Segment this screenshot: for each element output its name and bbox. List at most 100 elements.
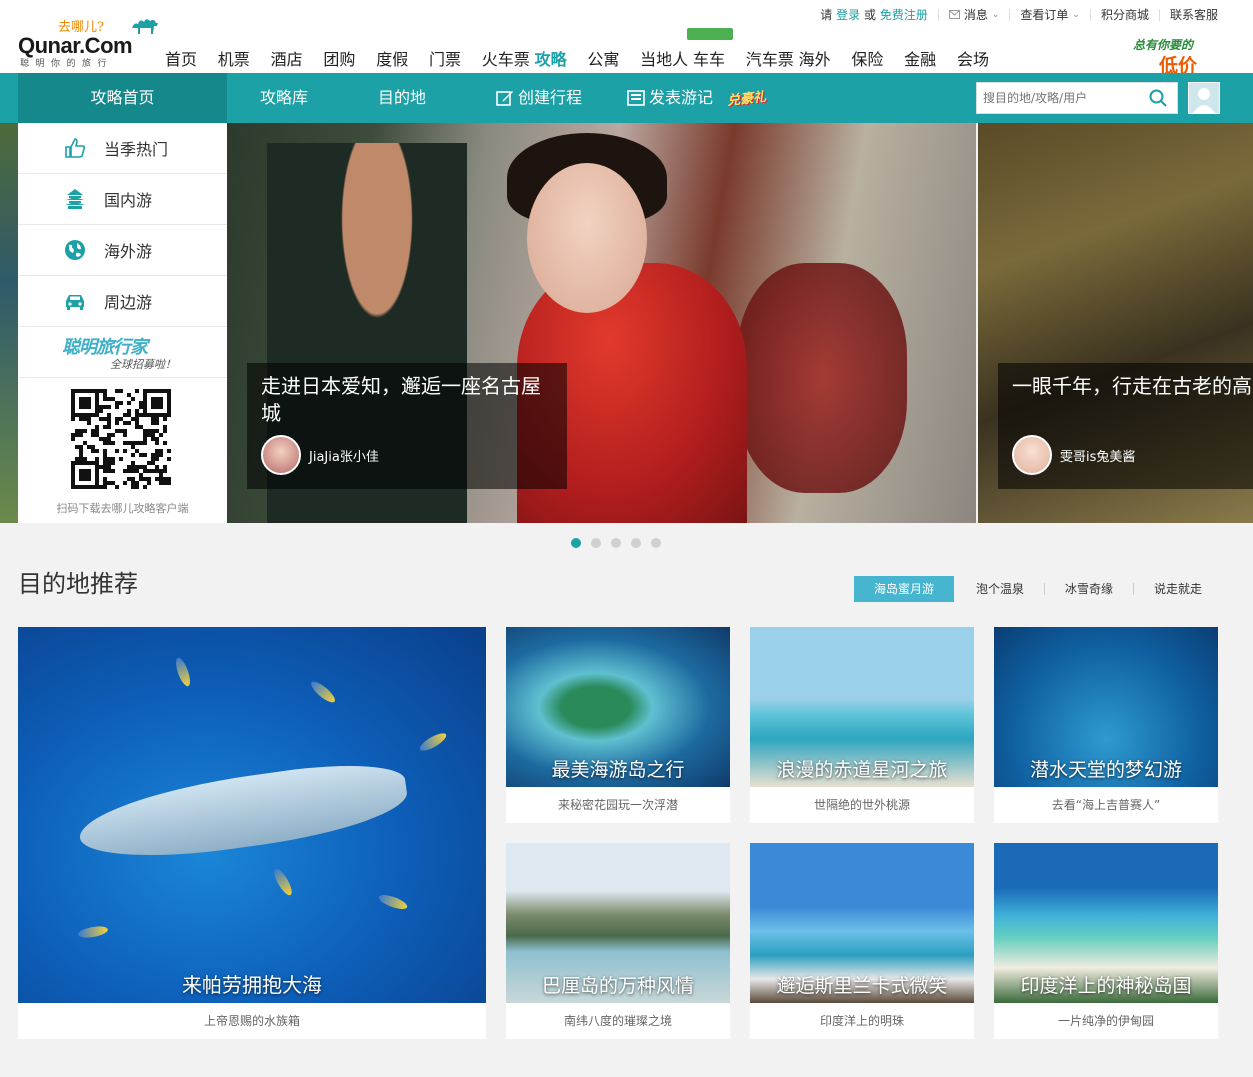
subnav-create-itinerary[interactable]: 创建行程 (496, 73, 582, 123)
menu-domestic[interactable]: 国内游 (18, 174, 227, 225)
section-tabs: 海岛蜜月游 泡个温泉 冰雪奇缘 说走就走 (854, 576, 1222, 602)
card-subtitle: 上帝恩赐的水族箱 (18, 1003, 486, 1039)
nav-cars[interactable]: 车车 (686, 28, 746, 70)
nav-venue[interactable]: 会场 (957, 46, 1010, 70)
car-icon (66, 295, 84, 310)
card-subtitle: 来秘密花园玩一次浮潜 (506, 787, 730, 823)
post-label: 发表游记 (649, 88, 714, 107)
nav-apartments[interactable]: 公寓 (587, 46, 640, 70)
subnav-post-travelogue[interactable]: 发表游记 (627, 73, 713, 123)
low-price-promo[interactable]: 总有你要的 低价 (1133, 36, 1223, 77)
destination-card[interactable]: 最美海游岛之行 来秘密花园玩一次浮潜 (506, 627, 730, 823)
carousel-dot[interactable] (631, 538, 641, 548)
destination-card[interactable]: 巴厘岛的万种风情 南纬八度的璀璨之境 (506, 843, 730, 1039)
prev-slide-peek[interactable] (0, 123, 18, 523)
messages-menu[interactable]: 消息 ⌄ (948, 6, 999, 23)
menu-label: 海外游 (104, 242, 153, 261)
card-subtitle: 世隔绝的世外桃源 (750, 787, 974, 823)
nav-home[interactable]: 首页 (165, 46, 218, 70)
search-icon[interactable] (1149, 89, 1167, 107)
subnav-destination[interactable]: 目的地 (378, 73, 426, 123)
search-input[interactable] (977, 83, 1142, 113)
slide-photo-face (527, 163, 647, 313)
nav-overseas[interactable]: 海外 (799, 46, 852, 70)
guide-search-box (976, 82, 1178, 114)
carousel-dot[interactable] (591, 538, 601, 548)
carousel-dot[interactable] (611, 538, 621, 548)
nav-locals[interactable]: 当地人 (640, 46, 693, 70)
destination-card[interactable]: 印度洋上的神秘岛国 一片纯净的伊甸园 (994, 843, 1218, 1039)
menu-label: 周边游 (104, 293, 153, 312)
register-link[interactable]: 免费注册 (880, 6, 928, 23)
author-name[interactable]: JiaJia张小佳 (309, 446, 379, 465)
redeem-gift-badge[interactable]: 兑豪礼 (726, 86, 767, 109)
support-link[interactable]: 联系客服 (1170, 6, 1218, 23)
divider (1009, 8, 1011, 21)
tab-spontaneous[interactable]: 说走就走 (1134, 576, 1222, 602)
card-title: 浪漫的赤道星河之旅 (776, 759, 948, 781)
destination-card[interactable]: 邂逅斯里兰卡式微笑 印度洋上的明珠 (750, 843, 974, 1039)
nav-bus[interactable]: 汽车票 (746, 46, 799, 70)
shark-shape (74, 754, 412, 870)
logo-tagline: 聪明你的旅行 (20, 59, 114, 69)
fish-shape (308, 678, 338, 706)
main-nav: 首页 机票 酒店 团购 度假 门票 火车票 攻略 公寓 当地人 车车 汽车票 海… (165, 28, 1010, 70)
card-image (18, 627, 486, 1003)
divider (1089, 8, 1091, 21)
login-link[interactable]: 登录 (836, 6, 860, 23)
smart-traveler-recruit[interactable]: 聪明旅行家 全球招募啦！ (18, 327, 227, 378)
subnav-guide-library[interactable]: 攻略库 (260, 73, 308, 123)
card-subtitle: 南纬八度的璀璨之境 (506, 1003, 730, 1039)
points-mall-link[interactable]: 积分商城 (1101, 6, 1149, 23)
tab-ice-snow[interactable]: 冰雪奇缘 (1045, 576, 1133, 602)
user-avatar[interactable] (1188, 82, 1220, 114)
nav-train[interactable]: 火车票 (482, 46, 535, 70)
author-avatar[interactable] (261, 435, 301, 475)
nav-hotels[interactable]: 酒店 (271, 46, 324, 70)
destination-card[interactable]: 来帕劳拥抱大海 上帝恩赐的水族箱 (18, 627, 486, 1039)
nav-tickets[interactable]: 门票 (429, 46, 482, 70)
image-icon (627, 90, 645, 106)
nav-group-buy[interactable]: 团购 (323, 46, 376, 70)
fish-shape (77, 924, 109, 940)
orders-menu[interactable]: 查看订单 ⌄ (1020, 6, 1080, 23)
tab-hot-spring[interactable]: 泡个温泉 (954, 576, 1044, 602)
nav-finance[interactable]: 金融 (904, 46, 957, 70)
author-name[interactable]: 雯哥is兔美酱 (1060, 446, 1135, 465)
camel-icon (132, 19, 158, 34)
recruit-subtitle: 全球招募啦！ (110, 358, 176, 371)
slide-title: 一眼千年，行走在古老的高 (1012, 374, 1252, 398)
create-label: 创建行程 (518, 88, 583, 107)
pagoda-icon (65, 189, 85, 209)
carousel-dot[interactable] (651, 538, 661, 548)
edit-icon (496, 91, 513, 106)
menu-overseas[interactable]: 海外游 (18, 225, 227, 276)
menu-label: 当季热门 (104, 140, 169, 159)
menu-seasonal-hot[interactable]: 当季热门 (18, 123, 227, 174)
slide-caption[interactable]: 一眼千年，行走在古老的高 雯哥is兔美酱 (998, 363, 1253, 489)
card-subtitle: 去看“海上吉普赛人” (994, 787, 1218, 823)
author-avatar[interactable] (1012, 435, 1052, 475)
menu-label: 国内游 (104, 191, 153, 210)
messages-label: 消息 (963, 8, 988, 22)
card-subtitle: 一片纯净的伊甸园 (994, 1003, 1218, 1039)
tab-island-honeymoon[interactable]: 海岛蜜月游 (854, 576, 954, 602)
fish-shape (377, 892, 409, 912)
qunar-logo[interactable]: 去哪儿? Qunar.Com 聪明你的旅行 (18, 12, 158, 69)
utility-bar: 请 登录 或 免费注册 消息 ⌄ 查看订单 ⌄ 积分商城 联系客服 (820, 6, 1218, 23)
menu-nearby[interactable]: 周边游 (18, 276, 227, 327)
destination-card[interactable]: 潜水天堂的梦幻游 去看“海上吉普赛人” (994, 627, 1218, 823)
carousel-dot[interactable] (571, 538, 581, 548)
user-icon (1193, 88, 1215, 113)
nav-insurance[interactable]: 保险 (851, 46, 904, 70)
slide-caption[interactable]: 走进日本爱知，邂逅一座名古屋城 JiaJia张小佳 (247, 363, 567, 489)
chevron-down-icon: ⌄ (1072, 9, 1080, 20)
globe-icon (65, 240, 85, 260)
destination-card[interactable]: 浪漫的赤道星河之旅 世隔绝的世外桃源 (750, 627, 974, 823)
nav-flights[interactable]: 机票 (218, 46, 271, 70)
nav-guides[interactable]: 攻略 (535, 46, 588, 70)
section-title: 目的地推荐 (18, 570, 138, 598)
nav-vacation[interactable]: 度假 (376, 46, 429, 70)
fish-shape (271, 866, 295, 898)
subnav-guide-home[interactable]: 攻略首页 (18, 73, 227, 123)
